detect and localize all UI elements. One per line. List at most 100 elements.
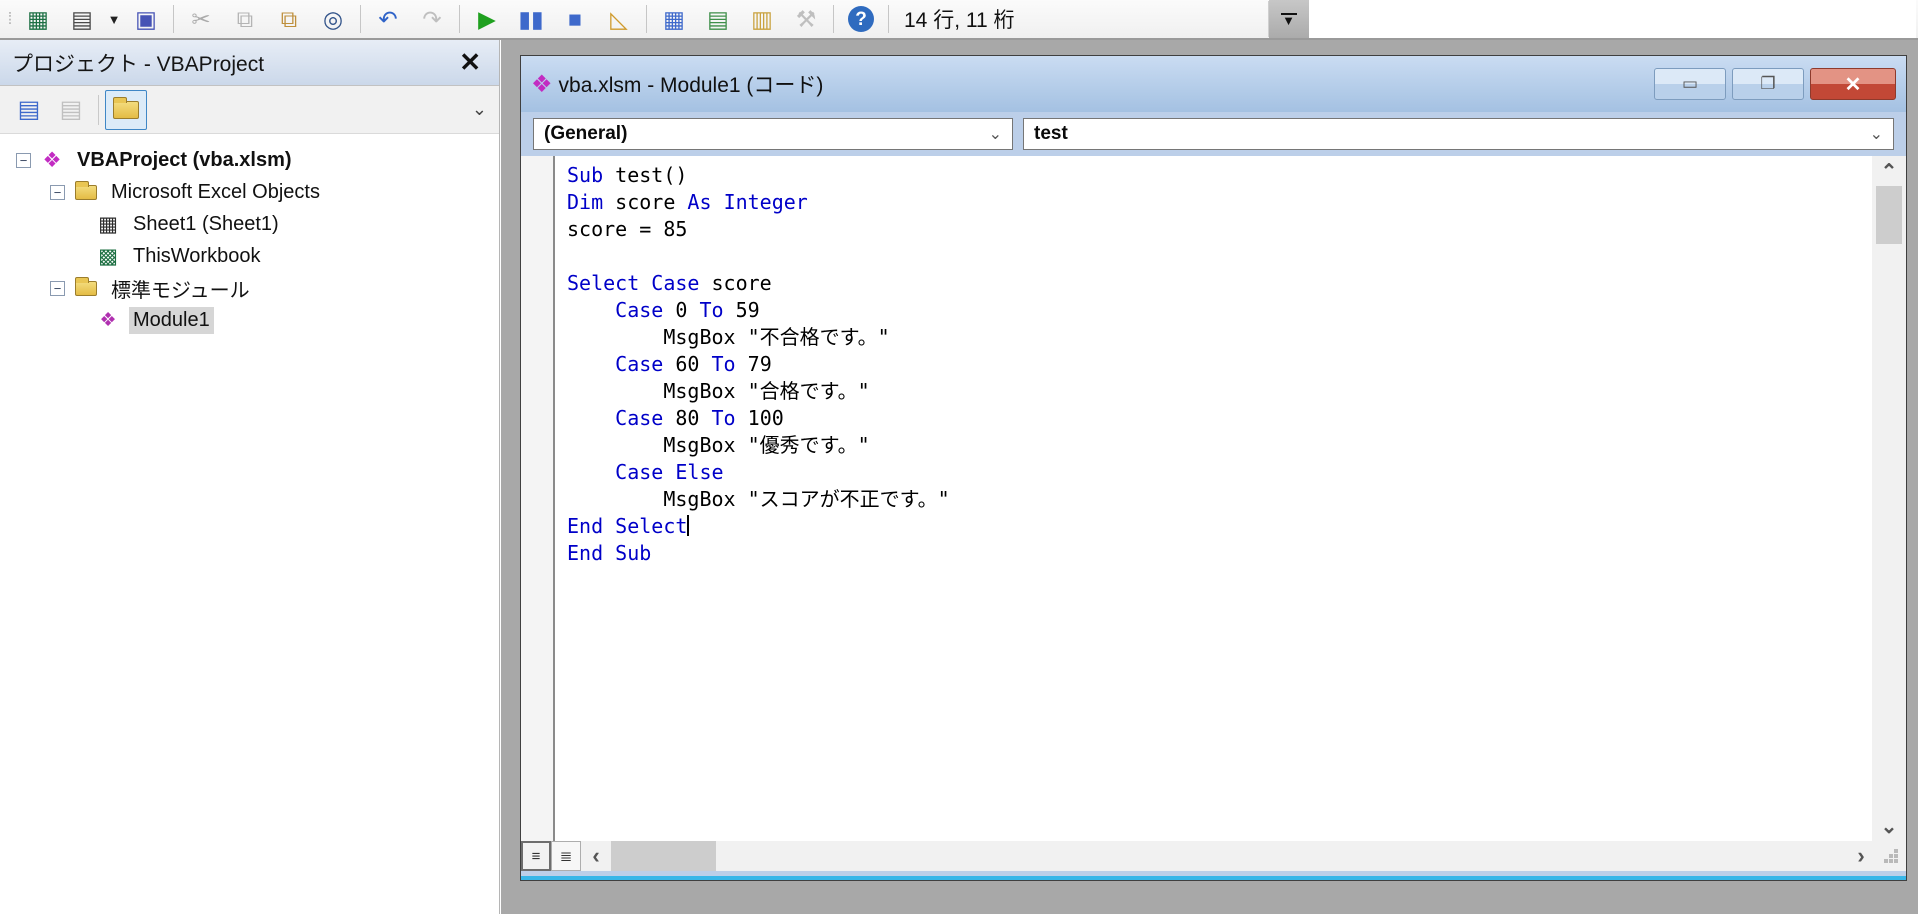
scroll-left-icon[interactable]: ‹ — [581, 841, 611, 871]
vertical-scrollbar-thumb[interactable] — [1876, 186, 1902, 244]
tree-expander-icon[interactable]: − — [50, 281, 65, 296]
restore-button[interactable]: ❐ — [1732, 68, 1804, 100]
code-editor[interactable]: Sub test()Dim score As Integerscore = 85… — [555, 156, 1872, 841]
tree-item-label[interactable]: Module1 — [129, 307, 214, 334]
break-icon: ▮▮ — [518, 8, 543, 31]
find-button[interactable]: ◎ — [311, 2, 355, 36]
scroll-up-icon[interactable]: ⌃ — [1872, 156, 1906, 186]
keyword-token: Integer — [724, 190, 808, 214]
cut-button[interactable]: ✂ — [179, 2, 223, 36]
code-line: Select Case score — [567, 270, 1872, 297]
redo-button[interactable]: ↷ — [410, 2, 454, 36]
chevron-down-icon[interactable]: ⌄ — [1870, 124, 1883, 144]
horizontal-scrollbar-thumb[interactable] — [611, 841, 716, 871]
redo-icon: ↷ — [422, 8, 441, 31]
toolbar-end-cap — [1255, 1, 1269, 37]
project-icon: ❖ — [40, 148, 64, 173]
scroll-down-icon[interactable]: ⌄ — [1872, 811, 1906, 841]
help-button[interactable]: ? — [839, 2, 883, 36]
insert-userform-icon: ▤ — [71, 8, 93, 31]
view-object-icon: ▤ — [60, 98, 83, 122]
code-token: 0 — [663, 298, 699, 322]
code-line: score = 85 — [567, 216, 1872, 243]
paste-button[interactable]: ⧉ — [267, 2, 311, 36]
code-line: Case 60 To 79 — [567, 351, 1872, 378]
properties-window-button[interactable]: ▤ — [696, 2, 740, 36]
chevron-down-icon[interactable]: ⌄ — [989, 124, 1002, 144]
project-panel-title: プロジェクト - VBAProject — [12, 48, 453, 78]
code-line: MsgBox "不合格です。" — [567, 324, 1872, 351]
tree-item-label[interactable]: Sheet1 (Sheet1) — [129, 211, 283, 238]
tree-item-project[interactable]: −❖ VBAProject (vba.xlsm) — [0, 144, 499, 176]
text-caret — [687, 515, 689, 536]
keyword-token: Case Else — [615, 460, 723, 484]
code-window-titlebar[interactable]: ❖ vba.xlsm - Module1 (コード) ▭❐✕ — [521, 56, 1906, 112]
tree-expander-icon[interactable]: − — [16, 153, 31, 168]
tree-item-folder[interactable]: − Microsoft Excel Objects — [0, 176, 499, 208]
close-icon[interactable]: ✕ — [453, 47, 487, 78]
view-excel-button[interactable]: ▦ — [16, 2, 60, 36]
full-module-view-button[interactable]: ≣ — [551, 841, 581, 871]
horizontal-scrollbar-track[interactable] — [716, 841, 1846, 871]
tree-item-label[interactable]: VBAProject (vba.xlsm) — [73, 147, 296, 174]
project-tree: −❖VBAProject (vba.xlsm)−Microsoft Excel … — [0, 134, 499, 336]
code-line: MsgBox "スコアが不正です。" — [567, 486, 1872, 513]
procedure-dropdown[interactable]: test ⌄ — [1023, 118, 1894, 150]
tree-item-label[interactable]: ThisWorkbook — [129, 243, 264, 270]
view-object-button[interactable]: ▤ — [50, 90, 92, 130]
tree-item-sheet[interactable]: ▦Sheet1 (Sheet1) — [0, 208, 499, 240]
tree-item-folder[interactable]: − 標準モジュール — [0, 272, 499, 304]
keyword-token: Sub — [567, 163, 603, 187]
design-mode-button[interactable]: ◺ — [597, 2, 641, 36]
toggle-folders-button[interactable] — [105, 90, 147, 130]
undo-button[interactable]: ↶ — [366, 2, 410, 36]
toolbar-options-button[interactable]: ▼ — [1269, 0, 1309, 38]
vertical-scrollbar[interactable]: ⌃ ⌄ — [1872, 156, 1906, 841]
code-margin-indicator-bar[interactable] — [521, 156, 555, 841]
code-window-bottom-bar: ≡≣ ‹ › — [521, 841, 1906, 871]
break-button[interactable]: ▮▮ — [509, 2, 553, 36]
module-icon: ❖ — [531, 70, 553, 99]
object-browser-icon: ▥ — [751, 8, 773, 31]
tree-item-label[interactable]: Microsoft Excel Objects — [107, 179, 324, 206]
code-token: MsgBox "合格です。" — [567, 379, 870, 403]
reset-button[interactable]: ■ — [553, 2, 597, 36]
code-token: 100 — [736, 406, 784, 430]
project-explorer-button[interactable]: ▦ — [652, 2, 696, 36]
view-code-button[interactable]: ▤ — [8, 90, 50, 130]
object-dropdown[interactable]: (General) ⌄ — [533, 118, 1013, 150]
run-button[interactable]: ▶ — [465, 2, 509, 36]
keyword-token: End Select — [567, 514, 687, 538]
object-browser-button[interactable]: ▥ — [740, 2, 784, 36]
close-button[interactable]: ✕ — [1810, 68, 1896, 100]
tree-item-workbook[interactable]: ▩ThisWorkbook — [0, 240, 499, 272]
folder-icon-shape — [75, 185, 97, 200]
toolbar-buttons: ▦▤▼▣✂⧉⧉◎↶↷▶▮▮■◺▦▤▥⚒? — [16, 2, 894, 36]
toolbar-separator — [888, 5, 889, 33]
tree-item-label[interactable]: 標準モジュール — [107, 272, 254, 305]
cut-icon: ✂ — [191, 8, 210, 31]
caption-buttons: ▭❐✕ — [1648, 68, 1896, 100]
view-mode-buttons: ≡≣ — [521, 841, 581, 871]
minimize-button[interactable]: ▭ — [1654, 68, 1726, 100]
scroll-right-icon[interactable]: › — [1846, 841, 1876, 871]
tree-expander-icon[interactable]: − — [50, 185, 65, 200]
folder-icon — [74, 185, 98, 200]
tree-item-module[interactable]: ❖Module1 — [0, 304, 499, 336]
toolbar-grip-handle[interactable]: ⁞ — [2, 4, 16, 34]
procedure-view-button[interactable]: ≡ — [521, 841, 551, 871]
code-line: End Sub — [567, 540, 1872, 567]
keyword-token: Case — [615, 352, 663, 376]
copy-icon: ⧉ — [237, 8, 253, 31]
resize-grip[interactable] — [1876, 841, 1906, 871]
insert-userform-button[interactable]: ▤ — [60, 2, 104, 36]
toolbox-button[interactable]: ⚒ — [784, 2, 828, 36]
insert-userform-dropdown-arrow[interactable]: ▼ — [104, 2, 124, 36]
find-icon: ◎ — [323, 8, 343, 31]
code-token — [712, 190, 724, 214]
save-button[interactable]: ▣ — [124, 2, 168, 36]
keyword-token: To — [712, 352, 736, 376]
chevron-down-icon[interactable]: ⌄ — [472, 99, 491, 120]
project-panel-toolbar: ▤ ▤ ⌄ — [0, 86, 499, 134]
copy-button[interactable]: ⧉ — [223, 2, 267, 36]
